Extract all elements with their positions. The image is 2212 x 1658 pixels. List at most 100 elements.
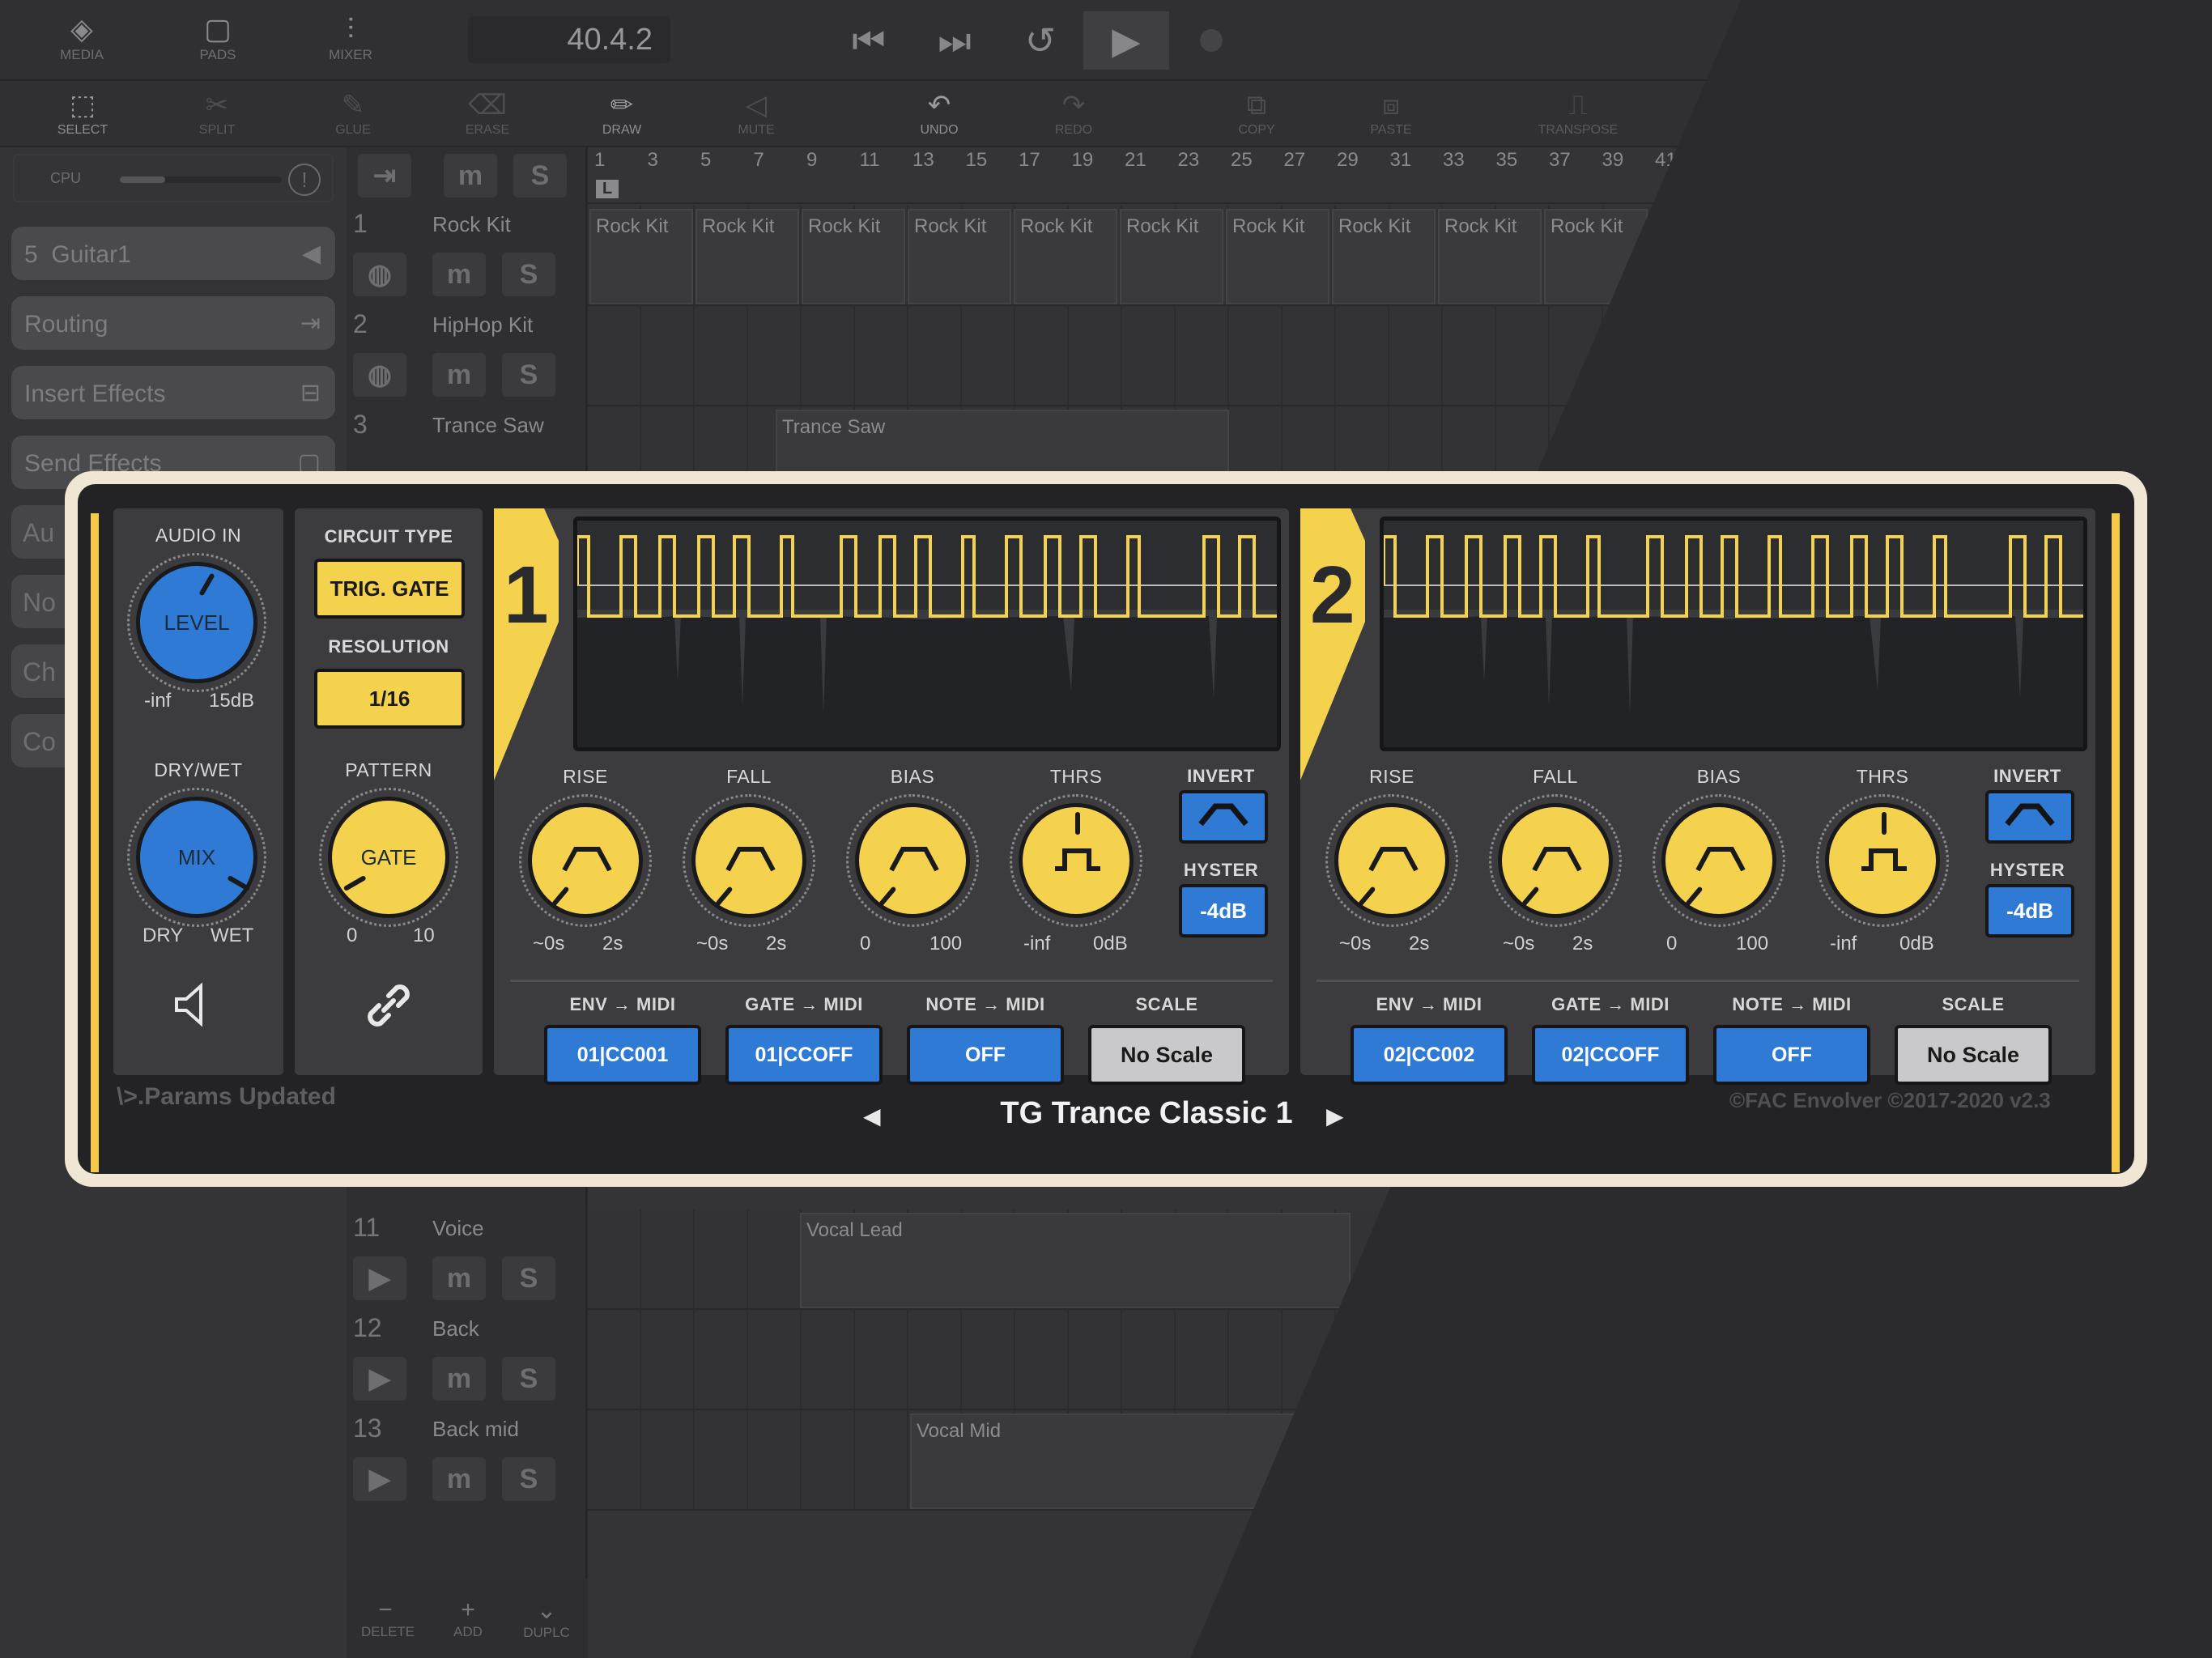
clip-rock-kit[interactable]: Rock Kit — [589, 209, 693, 304]
record-button[interactable] — [1200, 29, 1223, 52]
undo-button[interactable]: ↶ UNDO — [891, 87, 988, 144]
clip-rock-kit[interactable]: Rock Kit — [802, 209, 905, 304]
thrs-knob[interactable] — [1816, 794, 1949, 927]
track-selector[interactable]: 5 Guitar1 ◀ — [11, 227, 335, 280]
fall-knob[interactable] — [683, 794, 815, 927]
rise-knob[interactable] — [519, 794, 652, 927]
env-midi-button[interactable]: 02|CC002 — [1351, 1025, 1508, 1085]
track-12-mute[interactable]: m — [432, 1357, 486, 1401]
rise-label: RISE — [1369, 766, 1414, 787]
clip-rock-kit[interactable]: Rock Kit — [1332, 209, 1436, 304]
clip-rock-kit[interactable]: Rock Kit — [1226, 209, 1329, 304]
clip-rock-kit[interactable]: Rock Kit — [1120, 209, 1223, 304]
play-button[interactable]: ▶ — [1083, 11, 1169, 70]
delete-track-button[interactable]: − DELETE — [361, 1596, 415, 1640]
skip-end-button[interactable]: ⏭ — [918, 11, 991, 70]
gate-midi-button[interactable]: 01|CCOFF — [725, 1025, 883, 1085]
track-12-solo[interactable]: S — [502, 1357, 555, 1401]
clip-vocal-lead[interactable]: Vocal Lead — [800, 1213, 1351, 1308]
invert-shape-icon — [2005, 803, 2055, 827]
invert-toggle[interactable] — [1985, 790, 2074, 844]
clip-rock-kit[interactable]: Rock Kit — [1014, 209, 1117, 304]
pads-button[interactable]: ▢ PADS — [173, 11, 262, 71]
track-12-number: 12 — [353, 1313, 382, 1342]
drum-icon[interactable]: ◍ — [353, 253, 406, 296]
drum-icon[interactable]: ◍ — [353, 353, 406, 397]
transpose-icon: ⎍ — [1568, 90, 1588, 121]
mute-tool[interactable]: ◁ MUTE — [708, 87, 805, 144]
hyster-button[interactable]: -4dB — [1985, 884, 2074, 937]
routing-button[interactable]: Routing ⇥ — [11, 296, 335, 350]
track-2-mute[interactable]: m — [432, 353, 486, 397]
duplicate-track-button[interactable]: ⌄ DUPLC — [518, 1596, 575, 1641]
hyster-button[interactable]: -4dB — [1179, 884, 1268, 937]
track-13-mute[interactable]: m — [432, 1457, 486, 1501]
position-display[interactable]: 40.4.2 — [468, 16, 670, 63]
note-midi-button[interactable]: OFF — [907, 1025, 1064, 1085]
clip-rock-kit[interactable]: Rock Kit — [696, 209, 799, 304]
loop-button[interactable]: ↺ — [1004, 11, 1077, 70]
mix-knob[interactable]: MIX — [127, 788, 266, 927]
split-tool[interactable]: ✂ SPLIT — [168, 87, 266, 144]
track-11-mute[interactable]: m — [432, 1256, 486, 1300]
scale-button[interactable]: No Scale — [1895, 1025, 2052, 1085]
track-13-solo[interactable]: S — [502, 1457, 555, 1501]
ruler-tick: 21 — [1125, 149, 1146, 171]
scale-button[interactable]: No Scale — [1088, 1025, 1245, 1085]
insert-effects-button[interactable]: Insert Effects ⊟ — [11, 366, 335, 419]
note-midi-button[interactable]: OFF — [1713, 1025, 1870, 1085]
warning-icon[interactable]: ! — [288, 164, 321, 196]
link-icon[interactable] — [359, 976, 418, 1035]
erase-tool[interactable]: ⌫ ERASE — [439, 87, 536, 144]
copy-icon: ⧉ — [1246, 90, 1267, 121]
level-knob[interactable]: LEVEL — [127, 553, 266, 692]
play-icon[interactable]: ▶ — [353, 1256, 406, 1300]
paste-button[interactable]: ⧈ PASTE — [1342, 87, 1440, 144]
clip-rock-kit[interactable]: Rock Kit — [908, 209, 1011, 304]
bias-knob[interactable] — [846, 794, 979, 927]
thrs-knob[interactable] — [1010, 794, 1142, 927]
add-track-button[interactable]: + ADD — [444, 1596, 492, 1640]
speaker-mute-icon[interactable] — [170, 976, 227, 1033]
scale-label: SCALE — [1942, 994, 2005, 1014]
bias-knob[interactable] — [1653, 794, 1785, 927]
circuit-type-button[interactable]: TRIG. GATE — [314, 559, 465, 619]
track-1-mute[interactable]: m — [432, 253, 486, 296]
resolution-button[interactable]: 1/16 — [314, 669, 465, 729]
paste-label: PASTE — [1370, 123, 1412, 137]
draw-tool[interactable]: ✏ DRAW — [573, 87, 670, 144]
global-mute-button[interactable]: m — [444, 154, 497, 198]
preset-name[interactable]: TG Trance Classic 1 — [944, 1096, 1349, 1131]
rise-knob[interactable] — [1325, 794, 1458, 927]
transpose-button[interactable]: ⎍ TRANSPOSE — [1525, 87, 1631, 144]
redo-button[interactable]: ↷ REDO — [1025, 87, 1122, 144]
global-solo-button[interactable]: S — [513, 154, 567, 198]
track-13-number: 13 — [353, 1414, 382, 1443]
copy-button[interactable]: ⧉ COPY — [1208, 87, 1305, 144]
track-1-solo[interactable]: S — [502, 253, 555, 296]
previous-preset-button[interactable]: ◀ — [863, 1103, 881, 1129]
play-icon[interactable]: ▶ — [353, 1457, 406, 1501]
next-preset-button[interactable]: ▶ — [1326, 1103, 1344, 1129]
glue-tool[interactable]: ✎ GLUE — [304, 87, 402, 144]
envelope-shape-icon — [889, 847, 939, 872]
track-12-name: Back — [432, 1316, 479, 1341]
fold-tracks-button[interactable]: ⇥ — [358, 154, 411, 198]
loop-marker[interactable]: L — [596, 180, 619, 198]
clip-rock-kit[interactable]: Rock Kit — [1438, 209, 1542, 304]
media-button[interactable]: ◈ MEDIA — [37, 11, 126, 71]
gate-midi-button[interactable]: 02|CCOFF — [1532, 1025, 1689, 1085]
fall-knob[interactable] — [1489, 794, 1622, 927]
select-tool[interactable]: ⬚ SELECT — [34, 87, 131, 144]
invert-toggle[interactable] — [1179, 790, 1268, 844]
pattern-knob[interactable]: GATE — [319, 788, 458, 927]
redo-icon: ↷ — [1061, 90, 1086, 121]
rewind-button[interactable]: ⏮ — [832, 11, 905, 70]
env-midi-button[interactable]: 01|CC001 — [544, 1025, 701, 1085]
track-11-solo[interactable]: S — [502, 1256, 555, 1300]
track-2-solo[interactable]: S — [502, 353, 555, 397]
add-label: ADD — [453, 1624, 483, 1639]
track-1-name: Rock Kit — [432, 212, 511, 236]
play-icon[interactable]: ▶ — [353, 1357, 406, 1401]
mixer-button[interactable]: ⫶ MIXER — [306, 11, 395, 71]
